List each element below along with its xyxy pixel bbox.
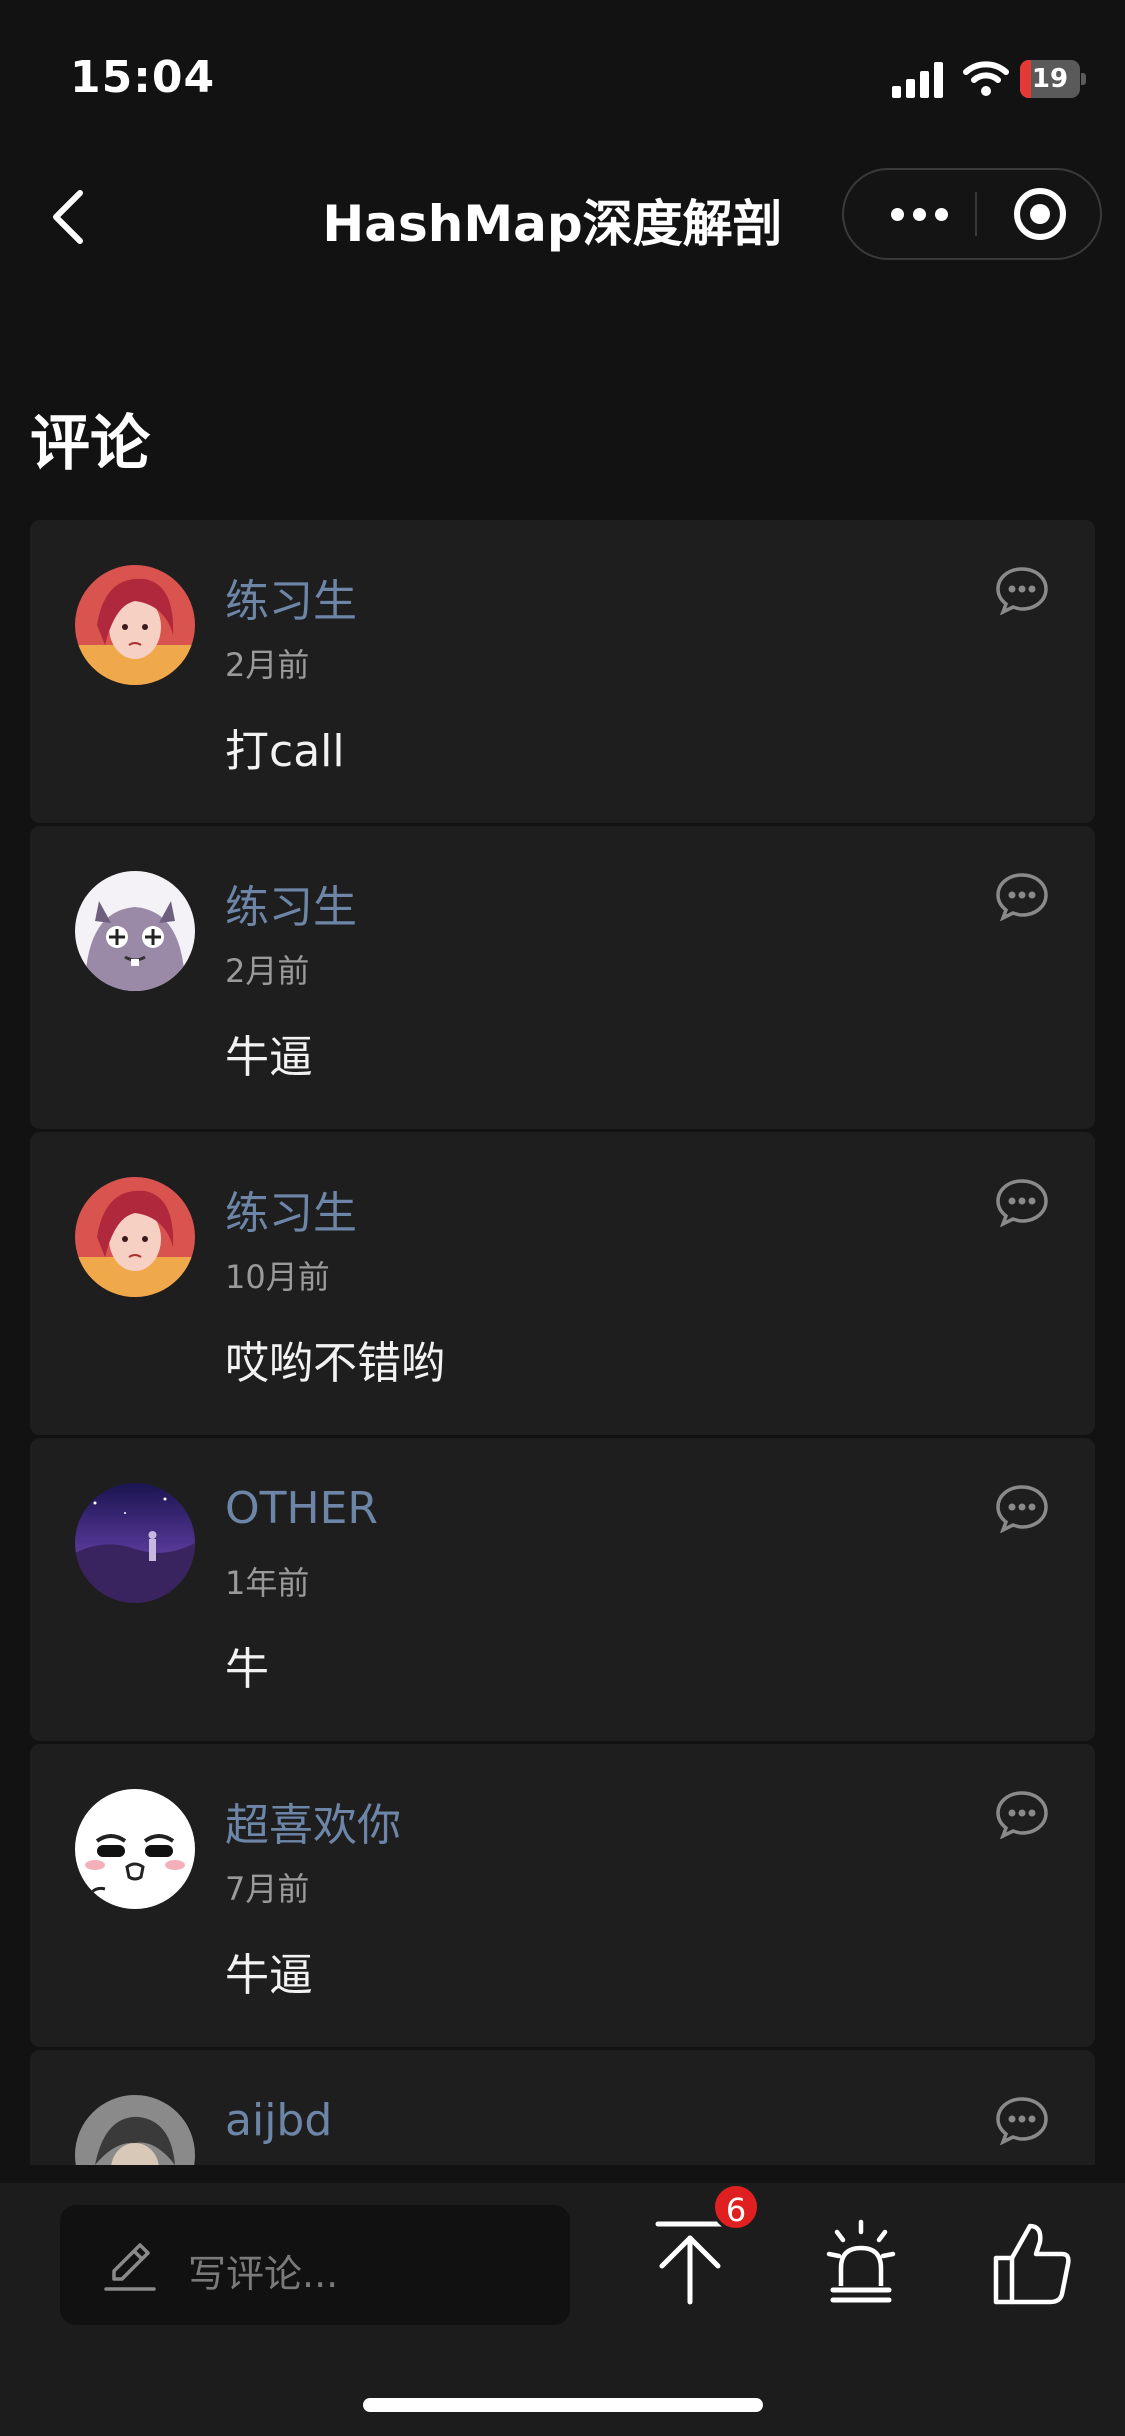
status-time: 15:04	[70, 52, 216, 103]
comment-time: 7月前	[225, 1870, 310, 1908]
pencil-icon	[104, 2243, 156, 2291]
girl-pink-hair-avatar[interactable]	[75, 565, 195, 685]
comment-item[interactable]: aijbd	[30, 2050, 1095, 2165]
cellular-signal-icon	[892, 62, 946, 98]
mini-program-capsule	[842, 168, 1102, 260]
home-indicator	[363, 2398, 763, 2412]
share-count-badge: 6	[712, 2183, 760, 2231]
report-alarm-icon[interactable]	[825, 2218, 897, 2308]
comment-content: 哎哟不错哟	[225, 1338, 445, 1389]
comment-username[interactable]: 练习生	[225, 871, 357, 935]
reply-bubble-icon[interactable]	[994, 565, 1050, 615]
girl-pink-hair-avatar[interactable]	[75, 1177, 195, 1297]
comment-content: 牛逼	[225, 1950, 313, 2001]
reply-bubble-icon[interactable]	[994, 1177, 1050, 1227]
back-arrow-icon[interactable]	[40, 185, 100, 249]
comment-item[interactable]: OTHER 1年前 牛	[30, 1438, 1095, 1741]
more-options-icon[interactable]	[874, 170, 964, 258]
reply-bubble-icon[interactable]	[994, 2095, 1050, 2145]
comments-section-title: 评论	[30, 409, 150, 479]
comment-time: 2月前	[225, 646, 310, 684]
comment-username[interactable]: 练习生	[225, 565, 357, 629]
comment-time: 10月前	[225, 1258, 330, 1296]
comment-item[interactable]: 练习生 2月前 打call	[30, 520, 1095, 823]
comment-content: 牛	[225, 1644, 269, 1695]
comment-username[interactable]: aijbd	[225, 2095, 332, 2146]
comment-content: 牛逼	[225, 1032, 313, 1083]
battery-level: 19	[1031, 64, 1069, 94]
comment-time: 2月前	[225, 952, 310, 990]
comment-time: 1年前	[225, 1564, 310, 1602]
close-mini-program-icon[interactable]	[1014, 188, 1066, 240]
comment-content: 打call	[225, 726, 345, 777]
share-top-arrow-icon[interactable]	[650, 2218, 730, 2308]
navigation-bar: HashMap深度解剖	[0, 150, 1125, 285]
reply-bubble-icon[interactable]	[994, 871, 1050, 921]
comment-input-placeholder: 写评论...	[188, 2252, 339, 2296]
reply-bubble-icon[interactable]	[994, 1483, 1050, 1533]
capsule-divider	[975, 192, 977, 236]
reply-bubble-icon[interactable]	[994, 1789, 1050, 1839]
purple-night-sky-avatar[interactable]	[75, 1483, 195, 1603]
write-comment-input[interactable]: 写评论...	[60, 2205, 570, 2325]
thumbs-up-icon[interactable]	[990, 2218, 1074, 2308]
purple-cartoon-creature-avatar[interactable]	[75, 871, 195, 991]
comment-item[interactable]: 练习生 2月前 牛逼	[30, 826, 1095, 1129]
status-bar: 15:04 19	[0, 0, 1125, 150]
wifi-icon	[963, 61, 1009, 96]
comment-username[interactable]: 超喜欢你	[225, 1789, 401, 1853]
comment-username[interactable]: 练习生	[225, 1177, 357, 1241]
comment-item[interactable]: 练习生 10月前 哎哟不错哟	[30, 1132, 1095, 1435]
battery-icon: 19	[1020, 60, 1086, 98]
comments-screen: 15:04 19 HashMap深度解剖 评论 练习生 2月前 打call 练习…	[0, 0, 1125, 2436]
gray-character-avatar[interactable]	[75, 2095, 195, 2165]
white-meme-face-avatar[interactable]	[75, 1789, 195, 1909]
comment-username[interactable]: OTHER	[225, 1483, 378, 1534]
comment-list[interactable]: 练习生 2月前 打call 练习生 2月前 牛逼 练习生 10月前 哎哟不错哟 …	[30, 520, 1095, 2165]
comment-item[interactable]: 超喜欢你 7月前 牛逼	[30, 1744, 1095, 2047]
page-title: HashMap深度解剖	[322, 195, 783, 253]
